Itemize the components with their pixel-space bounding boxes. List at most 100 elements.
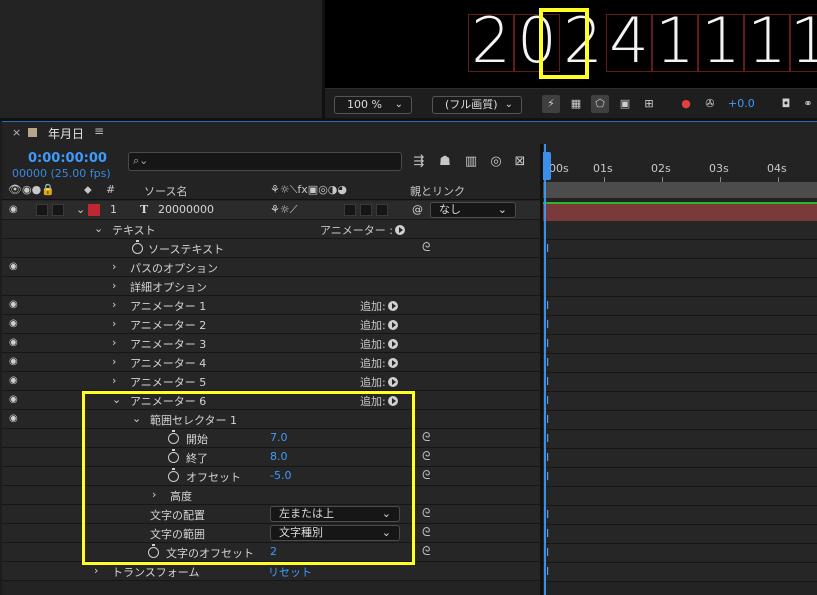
expression-spiral-icon[interactable]: ᘓ xyxy=(422,430,430,445)
keyframe-marker[interactable]: I xyxy=(546,508,549,521)
solo-box[interactable] xyxy=(36,204,48,216)
keyframe-marker[interactable]: I xyxy=(546,299,549,312)
current-time[interactable]: 0:00:00:00 xyxy=(28,151,107,166)
keyframe-marker[interactable]: I xyxy=(546,527,549,540)
region-of-interest-icon[interactable]: ▣ xyxy=(616,95,634,113)
play-icon[interactable] xyxy=(387,339,398,349)
eye-icon[interactable]: ◉ xyxy=(9,261,18,272)
exposure-value[interactable]: +0.0 xyxy=(728,97,755,110)
chevron-right-icon[interactable]: › xyxy=(112,298,116,311)
expression-spiral-icon[interactable]: ᘓ xyxy=(422,468,430,483)
eye-icon[interactable]: ◉ xyxy=(9,337,18,348)
switch-box[interactable] xyxy=(360,204,372,216)
search-input[interactable]: ⌕⌄ xyxy=(128,152,402,171)
chevron-down-icon[interactable]: ⌄ xyxy=(76,203,85,216)
keyframe-marker[interactable]: I xyxy=(546,356,549,369)
layer-duration-bar[interactable] xyxy=(543,202,817,221)
keyframe-marker[interactable]: I xyxy=(546,242,549,255)
layer-switches-icon[interactable]: ⚘☼⟋ xyxy=(270,203,297,217)
play-icon[interactable] xyxy=(387,301,398,311)
switch-box[interactable] xyxy=(344,204,356,216)
chevron-right-icon[interactable]: › xyxy=(112,355,116,368)
expression-spiral-icon[interactable]: ᘓ xyxy=(422,240,430,255)
animator-row[interactable]: ◉ › アニメーター 3 追加: xyxy=(2,334,540,353)
expression-spiral-icon[interactable]: ᘓ xyxy=(422,544,430,559)
eye-icon[interactable]: ◉ xyxy=(9,356,18,367)
add-button[interactable]: 追加: xyxy=(360,317,398,333)
eye-icon[interactable]: ◉ xyxy=(9,318,18,329)
eye-icon[interactable]: ◉ xyxy=(9,204,18,215)
fast-preview-icon[interactable]: ⚡ xyxy=(542,95,560,113)
eye-icon[interactable]: ◉ xyxy=(9,375,18,386)
timeline-graph[interactable]: 00s 01s 02s 03s 04s I I I I I I I I I I xyxy=(543,144,817,595)
keyframe-marker[interactable]: I xyxy=(546,337,549,350)
parent-select[interactable]: なし ⌄ xyxy=(430,202,516,218)
playhead-handle[interactable] xyxy=(543,152,551,180)
keyframe-marker[interactable]: I xyxy=(546,432,549,445)
composition-flowchart-icon[interactable]: ⇶ xyxy=(410,153,428,171)
property-group-more-options[interactable]: › 詳細オプション xyxy=(2,277,540,296)
lock-box[interactable] xyxy=(52,204,64,216)
add-button[interactable]: 追加: xyxy=(360,374,398,390)
graph-editor-icon[interactable]: ⊠ xyxy=(511,153,529,171)
property-source-text[interactable]: ソーステキスト ᘓ xyxy=(2,239,540,258)
keyframe-marker[interactable]: I xyxy=(546,470,549,483)
chevron-right-icon[interactable]: › xyxy=(112,260,116,273)
tab-composition[interactable]: × 年月日 ≡ xyxy=(2,122,122,144)
resolution-select[interactable]: (フル画質) ⌄ xyxy=(432,96,522,114)
work-area-bar[interactable] xyxy=(543,182,817,198)
eye-icon[interactable]: ◉ xyxy=(9,394,18,405)
play-icon[interactable] xyxy=(387,320,398,330)
play-icon[interactable] xyxy=(387,377,398,387)
keyframe-marker[interactable]: I xyxy=(546,451,549,464)
show-snapshot-icon[interactable]: ⚭ xyxy=(799,95,817,113)
source-name-header[interactable]: ソース名 xyxy=(144,183,187,199)
label-color-swatch[interactable] xyxy=(88,204,100,216)
animator-row[interactable]: ◉ › アニメーター 4 追加: xyxy=(2,353,540,372)
expression-spiral-icon[interactable]: ᘓ xyxy=(422,525,430,540)
transparency-grid-icon[interactable]: ▦ xyxy=(567,95,585,113)
mask-path-icon[interactable]: ⬠ xyxy=(591,95,609,113)
keyframe-marker[interactable]: I xyxy=(546,318,549,331)
add-button[interactable]: 追加: xyxy=(360,298,398,314)
panel-menu-icon[interactable]: ≡ xyxy=(94,124,104,138)
playhead[interactable] xyxy=(543,144,551,595)
property-group-path-options[interactable]: ◉ › パスのオプション xyxy=(2,258,540,277)
animator-row[interactable]: ◉ › アニメーター 1 追加: xyxy=(2,296,540,315)
play-icon[interactable] xyxy=(394,225,405,235)
chevron-right-icon[interactable]: › xyxy=(112,279,116,292)
chevron-right-icon[interactable]: › xyxy=(94,564,98,577)
animator-row[interactable]: ◉ › アニメーター 2 追加: xyxy=(2,315,540,334)
keyframe-marker[interactable]: I xyxy=(546,546,549,559)
keyframe-marker[interactable]: I xyxy=(546,394,549,407)
add-button[interactable]: 追加: xyxy=(360,355,398,371)
layer-row[interactable]: ◉ ⌄ 1 T 20000000 ⚘☼⟋ @ なし ⌄ xyxy=(2,201,540,220)
guides-icon[interactable]: ⊞ xyxy=(640,95,658,113)
chevron-right-icon[interactable]: › xyxy=(112,336,116,349)
stopwatch-icon[interactable] xyxy=(132,240,143,254)
zoom-select[interactable]: 100 % ⌄ xyxy=(334,96,412,114)
keyframe-marker[interactable]: I xyxy=(546,565,549,578)
animator-label[interactable]: アニメーター : xyxy=(320,222,405,238)
keyframe-marker[interactable]: I xyxy=(546,375,549,388)
expression-spiral-icon[interactable]: ᘓ xyxy=(422,449,430,464)
color-channels-icon[interactable]: ● xyxy=(677,95,695,113)
eye-icon[interactable]: ◉ xyxy=(9,413,18,424)
reset-link[interactable]: リセット xyxy=(268,564,312,580)
snapshot-icon[interactable]: ◘ xyxy=(777,95,795,113)
composition-viewer[interactable]: 2 0 2 4 1 1 1 1 xyxy=(325,0,817,88)
chevron-right-icon[interactable]: › xyxy=(112,317,116,330)
add-button[interactable]: 追加: xyxy=(360,336,398,352)
pickwhip-icon[interactable]: @ xyxy=(412,203,423,216)
layer-name[interactable]: 20000000 xyxy=(158,203,214,216)
frame-blending-icon[interactable]: ▥ xyxy=(462,153,480,171)
chevron-right-icon[interactable]: › xyxy=(112,374,116,387)
expression-spiral-icon[interactable]: ᘓ xyxy=(422,506,430,521)
eye-icon[interactable]: ◉ xyxy=(9,299,18,310)
chevron-down-icon[interactable]: ⌄ xyxy=(94,222,103,235)
switch-box[interactable] xyxy=(376,204,388,216)
shy-layers-icon[interactable]: ☗ xyxy=(436,153,454,171)
play-icon[interactable] xyxy=(387,358,398,368)
close-icon[interactable]: × xyxy=(12,126,21,139)
animator-row[interactable]: ◉ › アニメーター 5 追加: xyxy=(2,372,540,391)
